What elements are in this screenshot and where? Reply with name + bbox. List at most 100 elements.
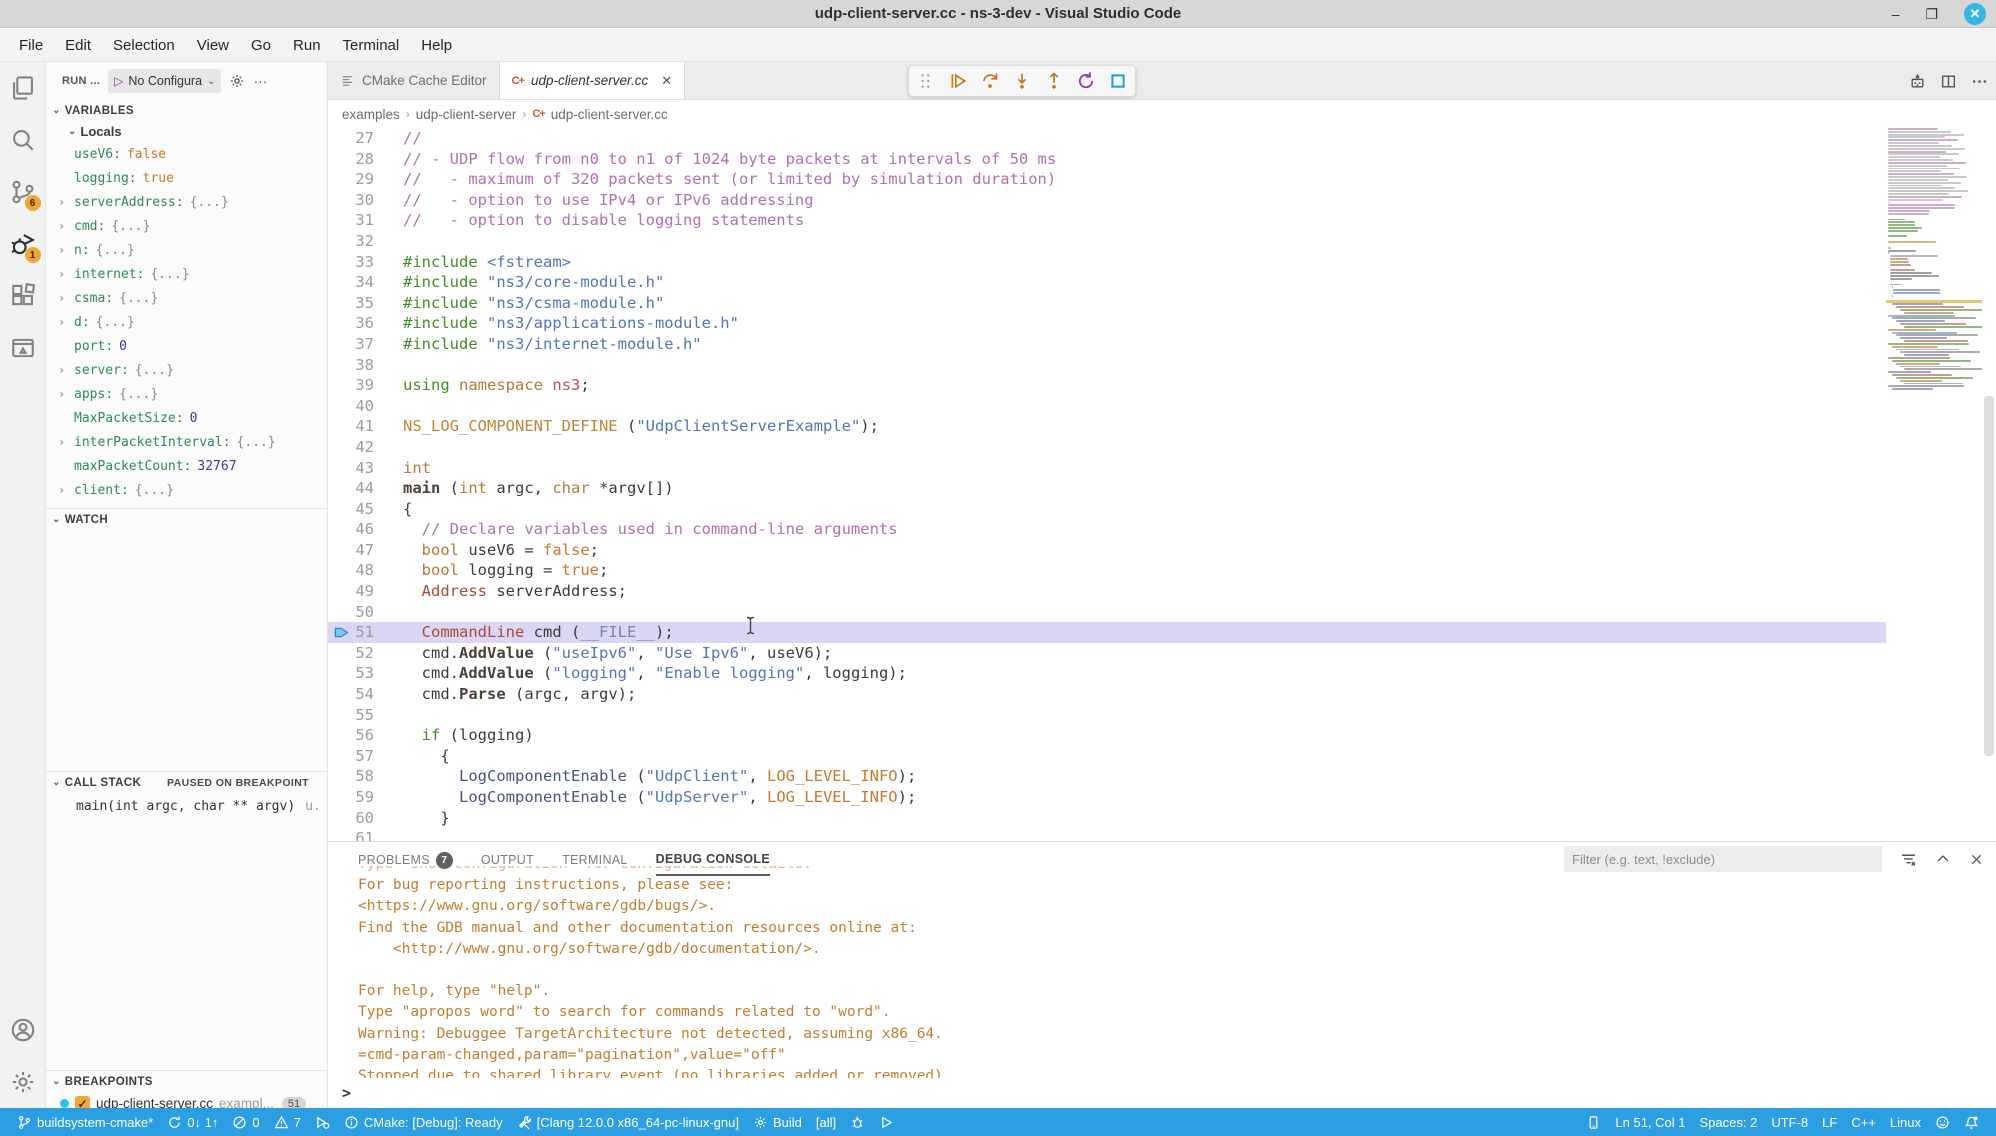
code-line-52[interactable]: 52 cmd.AddValue ("useIpv6", "Use Ipv6", … <box>328 643 1886 664</box>
close-panel-icon[interactable] <box>1969 852 1984 867</box>
minimize-icon[interactable]: – <box>1892 7 1900 21</box>
status-warning[interactable]: 7 <box>267 1115 308 1130</box>
variable-row-maxPacketCount[interactable]: maxPacketCount:32767 <box>46 454 327 478</box>
breakpoint-row[interactable]: ✓udp-client-server.ccexampl...51 <box>46 1092 327 1108</box>
code-line-50[interactable]: 50 <box>328 602 1886 623</box>
code-line-49[interactable]: 49 Address serverAddress; <box>328 581 1886 602</box>
status-bug[interactable] <box>843 1115 872 1130</box>
code-line-53[interactable]: 53 cmd.AddValue ("logging", "Enable logg… <box>328 663 1886 684</box>
code-line-48[interactable]: 48 bool logging = true; <box>328 560 1886 581</box>
minimap[interactable] <box>1886 128 1982 841</box>
chevron-right-icon[interactable]: › <box>60 365 74 376</box>
code-line-60[interactable]: 60 } <box>328 808 1886 829</box>
menu-go[interactable]: Go <box>242 33 280 58</box>
code-editor[interactable]: 27//28// - UDP flow from n0 to n1 of 102… <box>328 128 1886 841</box>
menu-edit[interactable]: Edit <box>56 33 100 58</box>
code-line-56[interactable]: 56 if (logging) <box>328 725 1886 746</box>
code-line-51[interactable]: 51 CommandLine cmd (__FILE__); <box>328 622 1886 643</box>
code-line-27[interactable]: 27// <box>328 128 1886 149</box>
code-line-58[interactable]: 58 LogComponentEnable ("UdpClient", LOG_… <box>328 766 1886 787</box>
menu-view[interactable]: View <box>188 33 238 58</box>
variable-row-serverAddress[interactable]: ›serverAddress:{...} <box>46 190 327 214</box>
breakpoint-checkbox[interactable]: ✓ <box>75 1096 90 1108</box>
variable-row-MaxPacketSize[interactable]: MaxPacketSize:0 <box>46 406 327 430</box>
status-bell[interactable] <box>1957 1115 1986 1130</box>
run-file-icon[interactable] <box>1909 73 1926 90</box>
variable-row-logging[interactable]: logging:true <box>46 166 327 190</box>
status-debug-status[interactable] <box>308 1115 337 1130</box>
chevron-right-icon[interactable]: › <box>60 389 74 400</box>
settings-gear-activity-item[interactable] <box>0 1056 46 1108</box>
breadcrumb-item[interactable]: examples <box>342 107 400 122</box>
close-icon[interactable]: ✕ <box>1964 3 1986 25</box>
chevron-right-icon[interactable]: › <box>60 293 74 304</box>
stack-frame[interactable]: main(int argc, char ** argv)u. <box>46 796 327 817</box>
status-branch[interactable]: buildsystem-cmake* <box>10 1115 160 1130</box>
code-line-59[interactable]: 59 LogComponentEnable ("UdpServer", LOG_… <box>328 787 1886 808</box>
scope-locals[interactable]: ⌄ Locals <box>46 121 327 142</box>
code-line-28[interactable]: 28// - UDP flow from n0 to n1 of 1024 by… <box>328 149 1886 170</box>
breadcrumb-item[interactable]: udp-client-server.cc <box>551 107 668 122</box>
code-line-29[interactable]: 29// - maximum of 320 packets sent (or l… <box>328 169 1886 190</box>
chevron-right-icon[interactable]: › <box>60 197 74 208</box>
code-line-44[interactable]: 44main (int argc, char *argv[]) <box>328 478 1886 499</box>
variable-row-internet[interactable]: ›internet:{...} <box>46 262 327 286</box>
grip-icon[interactable] <box>915 70 937 92</box>
menu-file[interactable]: File <box>10 33 52 58</box>
account-activity-item[interactable] <box>0 1004 46 1056</box>
search-activity-item[interactable] <box>0 114 46 166</box>
code-line-54[interactable]: 54 cmd.Parse (argc, argv); <box>328 684 1886 705</box>
maximize-icon[interactable]: ❐ <box>1925 7 1938 21</box>
status-tools[interactable]: [Clang 12.0.0 x86_64-pc-linux-gnu] <box>510 1115 746 1130</box>
filter-clear-icon[interactable] <box>1900 851 1917 868</box>
code-line-61[interactable]: 61 <box>328 828 1886 841</box>
launch-config-dropdown[interactable]: ▷ No Configura ⌄ <box>108 69 221 93</box>
scrollbar-thumb[interactable] <box>1984 396 1994 756</box>
source-control-activity-item[interactable]: 6 <box>0 166 46 218</box>
chevron-right-icon[interactable]: › <box>60 437 74 448</box>
status-feedback[interactable] <box>1928 1115 1957 1130</box>
status-spaces-2[interactable]: Spaces: 2 <box>1693 1115 1765 1130</box>
code-line-33[interactable]: 33#include <fstream> <box>328 252 1886 273</box>
variable-row-cmd[interactable]: ›cmd:{...} <box>46 214 327 238</box>
menu-run[interactable]: Run <box>284 33 330 58</box>
variable-row-d[interactable]: ›d:{...} <box>46 310 327 334</box>
chevron-right-icon[interactable]: › <box>60 485 74 496</box>
status-device[interactable] <box>1579 1115 1608 1130</box>
maximize-panel-icon[interactable] <box>1935 851 1951 867</box>
code-line-30[interactable]: 30// - option to use IPv4 or IPv6 addres… <box>328 190 1886 211</box>
variable-row-useV6[interactable]: useV6:false <box>46 142 327 166</box>
status-utf-8[interactable]: UTF-8 <box>1764 1115 1815 1130</box>
split-editor-icon[interactable] <box>1940 73 1957 90</box>
variable-row-client[interactable]: ›client:{...} <box>46 478 327 502</box>
code-line-42[interactable]: 42 <box>328 437 1886 458</box>
variable-row-port[interactable]: port:0 <box>46 334 327 358</box>
code-line-40[interactable]: 40 <box>328 396 1886 417</box>
status-play[interactable] <box>872 1115 901 1130</box>
status--all-[interactable]: [all] <box>809 1115 843 1130</box>
code-line-39[interactable]: 39using namespace ns3; <box>328 375 1886 396</box>
code-line-32[interactable]: 32 <box>328 231 1886 252</box>
breakpoints-header[interactable]: ⌄ BREAKPOINTS <box>46 1070 327 1092</box>
status-error[interactable]: 0 <box>225 1115 266 1130</box>
code-line-57[interactable]: 57 { <box>328 746 1886 767</box>
variable-row-n[interactable]: ›n:{...} <box>46 238 327 262</box>
menu-help[interactable]: Help <box>412 33 461 58</box>
step-into-icon[interactable] <box>1011 70 1033 92</box>
variable-row-interPacketInterval[interactable]: ›interPacketInterval:{...} <box>46 430 327 454</box>
code-line-35[interactable]: 35#include "ns3/csma-module.h" <box>328 293 1886 314</box>
code-line-46[interactable]: 46 // Declare variables used in command-… <box>328 519 1886 540</box>
tab-udp-client-server-cc[interactable]: C+udp-client-server.cc✕ <box>500 62 686 99</box>
more-actions-icon[interactable]: ··· <box>253 73 267 89</box>
chevron-right-icon[interactable]: › <box>60 245 74 256</box>
more-actions-icon[interactable] <box>1971 73 1988 90</box>
editor-scrollbar[interactable] <box>1982 128 1996 841</box>
code-line-37[interactable]: 37#include "ns3/internet-module.h" <box>328 334 1886 355</box>
step-over-icon[interactable] <box>979 70 1001 92</box>
status-ln-51-col-1[interactable]: Ln 51, Col 1 <box>1608 1115 1692 1130</box>
menu-selection[interactable]: Selection <box>104 33 184 58</box>
status-c-[interactable]: C++ <box>1844 1115 1883 1130</box>
menu-terminal[interactable]: Terminal <box>334 33 409 58</box>
chevron-right-icon[interactable]: › <box>60 269 74 280</box>
run-debug-activity-item[interactable]: 1 <box>0 218 46 270</box>
